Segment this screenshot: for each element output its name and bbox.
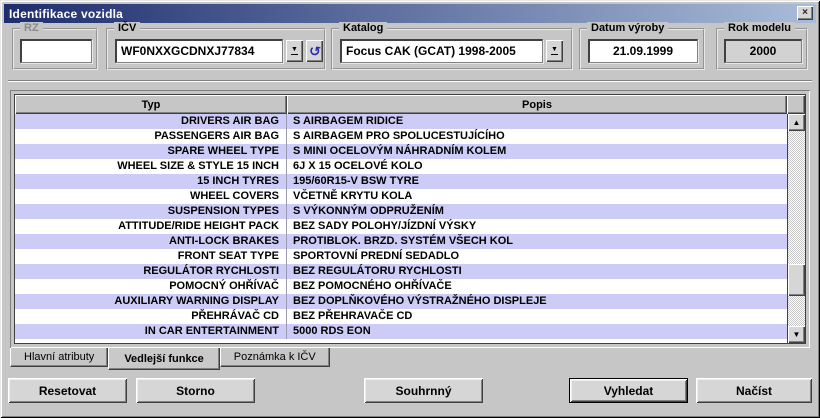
cell-popis[interactable]: PROTIBLOK. BRZD. SYSTÉM VŠECH KOL — [287, 234, 787, 249]
katalog-dropdown-button[interactable]: ▼ — [546, 40, 563, 62]
vehicle-identification-dialog: Identifikace vozidla × RZ IČV WF0NXXGCDN… — [0, 0, 820, 418]
cell-popis[interactable]: BEZ DOPLŇKOVÉHO VÝSTRAŽNÉHO DISPLEJE — [287, 294, 787, 309]
rz-label: RZ — [20, 22, 43, 35]
group-rok-modelu: Rok modelu 2000 — [716, 28, 808, 70]
katalog-label: Katalog — [339, 22, 387, 35]
resetovat-button[interactable]: Resetovat — [8, 378, 127, 403]
cell-typ[interactable]: FRONT SEAT TYPE — [15, 249, 287, 264]
rz-input[interactable] — [20, 39, 92, 63]
vyhledat-button[interactable]: Vyhledat — [569, 378, 688, 403]
attributes-panel: Typ Popis DRIVERS AIR BAG S AIRBAGEM RID… — [10, 90, 810, 348]
table-row[interactable]: IN CAR ENTERTAINMENT 5000 RDS EON — [15, 324, 787, 339]
scrollbar-thumb[interactable] — [788, 264, 805, 296]
column-header-popis[interactable]: Popis — [287, 95, 787, 114]
icv-undo-button[interactable]: ↺ — [306, 40, 323, 62]
cell-typ[interactable]: WHEEL COVERS — [15, 189, 287, 204]
table-row[interactable]: SPARE WHEEL TYPE S MINI OCELOVÝM NÁHRADN… — [15, 144, 787, 159]
cell-typ[interactable]: ATTITUDE/RIDE HEIGHT PACK — [15, 219, 287, 234]
table-row[interactable]: WHEEL COVERS VČETNĚ KRYTU KOLA — [15, 189, 787, 204]
cell-typ[interactable]: POMOCNÝ OHŘÍVAČ — [15, 279, 287, 294]
cell-typ[interactable]: DRIVERS AIR BAG — [15, 114, 287, 129]
cell-typ[interactable]: AUXILIARY WARNING DISPLAY — [15, 294, 287, 309]
table-row[interactable]: WHEEL SIZE & STYLE 15 INCH 6J X 15 OCELO… — [15, 159, 787, 174]
arrow-down-icon: ▼ — [793, 331, 801, 339]
arrow-up-icon: ▲ — [793, 119, 801, 127]
cell-typ[interactable]: SPARE WHEEL TYPE — [15, 144, 287, 159]
table-row[interactable]: DRIVERS AIR BAG S AIRBAGEM RIDICE — [15, 114, 787, 129]
cell-typ[interactable]: IN CAR ENTERTAINMENT — [15, 324, 287, 339]
scroll-down-button[interactable]: ▼ — [788, 326, 805, 343]
cell-popis[interactable]: S AIRBAGEM RIDICE — [287, 114, 787, 129]
table-row[interactable]: ATTITUDE/RIDE HEIGHT PACK BEZ SADY POLOH… — [15, 219, 787, 234]
tab-strip: Hlavní atributy Vedlejší funkce Poznámka… — [10, 348, 330, 370]
chevron-down-icon: ▼ — [291, 47, 298, 55]
vertical-scrollbar[interactable]: ▲ ▼ — [787, 114, 805, 343]
table-header: Typ Popis — [15, 95, 805, 114]
tab-vedlejsi-funkce[interactable]: Vedlejší funkce — [108, 348, 219, 370]
close-icon[interactable]: × — [797, 6, 813, 20]
table-row[interactable]: ANTI-LOCK BRAKES PROTIBLOK. BRZD. SYSTÉM… — [15, 234, 787, 249]
cell-typ[interactable]: REGULÁTOR RYCHLOSTI — [15, 264, 287, 279]
rok-modelu-value: 2000 — [724, 39, 802, 63]
datum-vyroby-input[interactable]: 21.09.1999 — [588, 39, 698, 63]
cell-popis[interactable]: 195/60R15-V BSW TYRE — [287, 174, 787, 189]
cell-popis[interactable]: BEZ PŘEHRAVAČE CD — [287, 309, 787, 324]
cell-popis[interactable]: 5000 RDS EON — [287, 324, 787, 339]
window-title: Identifikace vozidla — [9, 7, 123, 21]
cell-typ[interactable]: PASSENGERS AIR BAG — [15, 129, 287, 144]
cell-typ[interactable]: SUSPENSION TYPES — [15, 204, 287, 219]
cell-popis[interactable]: BEZ SADY POLOHY/JÍZDNÍ VÝSKY — [287, 219, 787, 234]
undo-icon: ↺ — [307, 43, 321, 59]
attributes-table: Typ Popis DRIVERS AIR BAG S AIRBAGEM RID… — [14, 94, 806, 344]
table-row[interactable]: PASSENGERS AIR BAG S AIRBAGEM PRO SPOLUC… — [15, 129, 787, 144]
group-rz: RZ — [12, 28, 98, 70]
cell-popis[interactable]: S MINI OCELOVÝM NÁHRADNÍM KOLEM — [287, 144, 787, 159]
table-row[interactable]: POMOCNÝ OHŘÍVAČ BEZ POMOCNÉHO OHŘÍVAČE — [15, 279, 787, 294]
scrollbar-header-corner — [787, 95, 805, 114]
icv-label: IČV — [114, 22, 140, 35]
cell-typ[interactable]: ANTI-LOCK BRAKES — [15, 234, 287, 249]
cell-popis[interactable]: BEZ REGULÁTORU RYCHLOSTI — [287, 264, 787, 279]
cell-popis[interactable]: S VÝKONNÝM ODPRUŽENÍM — [287, 204, 787, 219]
cell-typ[interactable]: PŘEHRÁVAČ CD — [15, 309, 287, 324]
column-header-typ[interactable]: Typ — [15, 95, 287, 114]
table-row[interactable]: SUSPENSION TYPES S VÝKONNÝM ODPRUŽENÍM — [15, 204, 787, 219]
datum-vyroby-label: Datum výroby — [587, 22, 668, 35]
table-row[interactable]: 15 INCH TYRES 195/60R15-V BSW TYRE — [15, 174, 787, 189]
table-row[interactable]: REGULÁTOR RYCHLOSTI BEZ REGULÁTORU RYCHL… — [15, 264, 787, 279]
table-row[interactable]: AUXILIARY WARNING DISPLAY BEZ DOPLŇKOVÉH… — [15, 294, 787, 309]
table-row[interactable]: FRONT SEAT TYPE SPORTOVNÍ PREDNÍ SEDADLO — [15, 249, 787, 264]
table-rows: DRIVERS AIR BAG S AIRBAGEM RIDICE PASSEN… — [15, 114, 787, 343]
scroll-up-button[interactable]: ▲ — [788, 114, 805, 131]
cell-popis[interactable]: S AIRBAGEM PRO SPOLUCESTUJÍCÍHO — [287, 129, 787, 144]
tab-poznamka-k-icv[interactable]: Poznámka k IČV — [220, 348, 330, 367]
katalog-combo[interactable]: Focus CAK (GCAT) 1998-2005 — [340, 39, 543, 63]
group-icv: IČV WF0NXXGCDNXJ77834 ▼ ↺ — [106, 28, 326, 70]
icv-input[interactable]: WF0NXXGCDNXJ77834 — [115, 39, 283, 63]
cell-popis[interactable]: BEZ POMOCNÉHO OHŘÍVAČE — [287, 279, 787, 294]
storno-button[interactable]: Storno — [136, 378, 255, 403]
souhrnny-button[interactable]: Souhrnný — [364, 378, 483, 403]
separator-line — [8, 80, 812, 82]
cell-typ[interactable]: WHEEL SIZE & STYLE 15 INCH — [15, 159, 287, 174]
chevron-down-icon: ▼ — [551, 47, 558, 55]
table-row[interactable]: PŘEHRÁVAČ CD BEZ PŘEHRAVAČE CD — [15, 309, 787, 324]
cell-popis[interactable]: VČETNĚ KRYTU KOLA — [287, 189, 787, 204]
tab-hlavni-atributy[interactable]: Hlavní atributy — [10, 348, 108, 367]
nacist-button[interactable]: Načíst — [696, 378, 812, 403]
icv-dropdown-button[interactable]: ▼ — [286, 40, 303, 62]
cell-typ[interactable]: 15 INCH TYRES — [15, 174, 287, 189]
cell-popis[interactable]: 6J X 15 OCELOVÉ KOLO — [287, 159, 787, 174]
cell-popis[interactable]: SPORTOVNÍ PREDNÍ SEDADLO — [287, 249, 787, 264]
rok-modelu-label: Rok modelu — [724, 22, 795, 35]
title-bar[interactable]: Identifikace vozidla × — [4, 4, 816, 23]
group-katalog: Katalog Focus CAK (GCAT) 1998-2005 ▼ — [331, 28, 573, 70]
group-datum-vyroby: Datum výroby 21.09.1999 — [579, 28, 705, 70]
